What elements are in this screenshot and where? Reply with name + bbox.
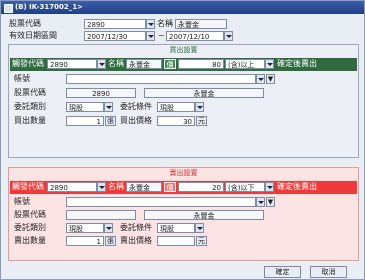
buy-action-text: 確定後賣出	[277, 59, 317, 68]
sell-stock-name-field: 永豐金	[144, 210, 264, 220]
buy-account-dropdown-icon[interactable]	[256, 74, 265, 84]
window-title: (B) IK-317002_1>	[15, 3, 83, 11]
sell-price-input[interactable]	[157, 236, 195, 246]
sell-order-cond-label: 委託條件	[120, 223, 152, 232]
buy-account-label: 帳號	[14, 74, 30, 83]
sell-trigger-code-input[interactable]: 2890	[47, 182, 97, 192]
buy-stock-code-label: 股票代碼	[14, 88, 46, 97]
stock-code-input[interactable]: 2890	[84, 19, 146, 29]
buy-qty-input[interactable]: 1	[66, 116, 104, 126]
sell-trigger-bar: 觸發代碼 2890 名稱 永豐金 價 20 (含)以下 確定後賣出	[10, 181, 357, 194]
sell-account-dropdown-icon[interactable]	[256, 197, 265, 207]
sell-trigger-code-dropdown-icon[interactable]	[97, 182, 106, 192]
date-range-label: 有效日期區間	[9, 31, 57, 40]
buy-price-input[interactable]: 30	[157, 116, 195, 126]
buy-qty-unit-button[interactable]: 張	[105, 116, 116, 126]
sell-account-button[interactable]: ▼	[266, 197, 275, 207]
sell-settings-panel: 賣出設置 觸發代碼 2890 名稱 永豐金 價 20 (含)以下 確定後賣出 帳…	[8, 167, 359, 261]
sell-trigger-code-label: 觸發代碼	[12, 182, 44, 191]
sell-trigger-name-label: 名稱	[108, 182, 124, 191]
buy-stock-code-field: 2890	[66, 88, 136, 98]
sell-trigger-name-field: 永豐金	[126, 182, 162, 192]
sell-order-cond-select[interactable]: 現股	[157, 223, 195, 233]
sell-trigger-price-input[interactable]: 20	[178, 182, 224, 192]
date-from-input[interactable]: 2007/12/30	[84, 31, 146, 41]
buy-trigger-code-dropdown-icon[interactable]	[97, 59, 106, 69]
sell-stock-code-label: 股票代碼	[14, 210, 46, 219]
confirm-button[interactable]: 確定	[264, 266, 301, 278]
buy-account-button[interactable]: ▼	[266, 74, 275, 84]
sell-order-type-dropdown-icon[interactable]	[104, 223, 113, 233]
sell-account-label: 帳號	[14, 197, 30, 206]
buy-stock-name-field: 永豐金	[144, 88, 264, 98]
sell-condition-dropdown-icon[interactable]	[265, 182, 274, 192]
sell-stock-code-field	[66, 210, 136, 220]
date-from-dropdown-icon[interactable]	[146, 31, 155, 41]
stock-name-label: 名稱	[157, 19, 173, 28]
date-to-dropdown-icon[interactable]	[224, 31, 233, 41]
buy-condition-dropdown-icon[interactable]	[265, 59, 274, 69]
buy-trigger-code-input[interactable]: 2890	[47, 59, 97, 69]
sell-order-type-label: 委託類別	[14, 223, 46, 232]
sell-section-title: 賣出設置	[169, 169, 198, 177]
buy-section-title: 買出設置	[169, 46, 198, 54]
sell-qty-unit-button[interactable]: 張	[105, 236, 116, 246]
buy-order-cond-dropdown-icon[interactable]	[195, 102, 204, 112]
sell-trigger-condition-select[interactable]: (含)以下	[225, 182, 265, 192]
sell-account-input[interactable]	[66, 197, 256, 207]
buy-qty-label: 買出數量	[14, 116, 46, 125]
title-bar: (B) IK-317002_1>	[1, 1, 364, 14]
sell-order-cond-dropdown-icon[interactable]	[195, 223, 204, 233]
buy-trigger-code-label: 觸發代碼	[12, 59, 44, 68]
buy-order-type-select[interactable]: 現股	[66, 102, 104, 112]
date-separator: ~	[158, 31, 165, 40]
cancel-button[interactable]: 取消	[310, 266, 347, 278]
sell-order-type-select[interactable]: 現股	[66, 223, 104, 233]
buy-trigger-bar: 觸發代碼 2890 名稱 永豐金 價 80 (含)以上 確定後賣出	[10, 58, 357, 71]
buy-order-type-dropdown-icon[interactable]	[104, 102, 113, 112]
buy-settings-panel: 買出設置 觸發代碼 2890 名稱 永豐金 價 80 (含)以上 確定後賣出 帳…	[8, 44, 359, 158]
buy-order-cond-label: 委託條件	[120, 102, 152, 111]
buy-trigger-name-label: 名稱	[108, 59, 124, 68]
buy-price-unit-button[interactable]: 元	[196, 116, 207, 126]
app-icon	[4, 4, 13, 13]
date-to-input[interactable]: 2007/12/10	[166, 31, 224, 41]
buy-account-input[interactable]	[66, 74, 256, 84]
sell-price-badge: 價	[164, 182, 176, 192]
sell-price-label: 賣出價格	[120, 236, 152, 245]
sell-price-unit-button[interactable]: 元	[196, 236, 207, 246]
buy-price-badge: 價	[164, 59, 176, 69]
buy-price-label: 買出價格	[120, 116, 152, 125]
buy-trigger-name-field: 永豐金	[126, 59, 162, 69]
sell-action-text: 確定後賣出	[277, 182, 317, 191]
buy-trigger-price-input[interactable]: 80	[178, 59, 224, 69]
stock-code-label: 股票代碼	[9, 19, 41, 28]
dialog-window: (B) IK-317002_1> 股票代碼 2890 名稱 永豐金 有效日期區間…	[0, 0, 365, 280]
stock-name-field: 永豐金	[175, 19, 227, 29]
buy-order-type-label: 委託類別	[14, 102, 46, 111]
buy-order-cond-select[interactable]: 現股	[157, 102, 195, 112]
buy-trigger-condition-select[interactable]: (含)以上	[225, 59, 265, 69]
sell-qty-input[interactable]: 1	[66, 236, 104, 246]
stock-code-dropdown-icon[interactable]	[146, 19, 155, 29]
sell-qty-label: 賣出數量	[14, 236, 46, 245]
